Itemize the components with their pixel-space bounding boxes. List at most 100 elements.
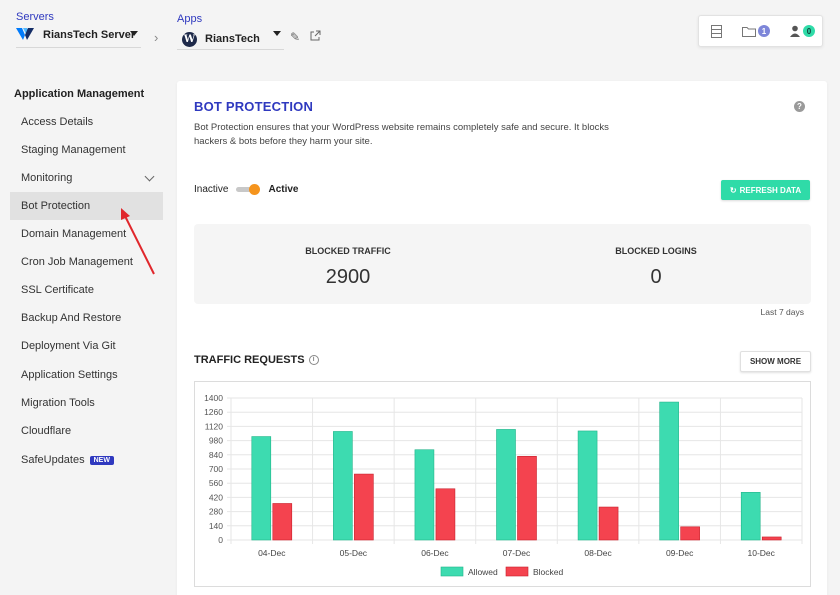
top-right-toolbar: 1 0 [698,15,823,47]
server-selector[interactable]: RiansTech Server [43,29,135,41]
y-tick-label: 1260 [204,407,223,417]
y-tick-label: 1120 [205,421,224,431]
y-tick-label: 0 [218,535,223,545]
edit-pencil-icon[interactable]: ✎ [290,30,300,44]
y-tick-label: 980 [209,436,223,446]
toggle-inactive-label: Inactive [194,184,229,195]
sidebar-item-label: Staging Management [21,144,126,156]
help-icon[interactable]: ? [794,101,805,112]
external-link-icon[interactable] [310,30,321,41]
bar-blocked [517,456,537,541]
sidebar-item-backup-and-restore[interactable]: Backup And Restore [10,304,163,332]
protection-toggle-row: Inactive Active [194,183,299,195]
user-icon[interactable] [790,25,800,37]
top-bar: Servers RiansTech Server › Apps W RiansT… [0,0,840,58]
sidebar-item-deployment-via-git[interactable]: Deployment Via Git [10,332,163,360]
y-tick-label: 1400 [204,393,223,403]
legend-label-allowed: Allowed [468,567,498,577]
server-underline [16,47,141,48]
period-label: Last 7 days [760,307,804,317]
sidebar-heading: Application Management [14,88,145,100]
sidebar-item-ssl-certificate[interactable]: SSL Certificate [10,276,163,304]
sidebar-item-label: Application Settings [21,369,118,381]
sidebar-item-label: Cron Job Management [21,256,133,268]
sidebar-item-access-details[interactable]: Access Details [10,108,163,136]
vultr-logo-icon [16,28,34,40]
bar-blocked [435,488,456,541]
bar-blocked [761,536,782,541]
blocked-traffic-value: 2900 [325,266,371,288]
sidebar-item-label: Access Details [21,116,94,128]
sidebar-item-safeupdates[interactable]: SafeUpdates NEW [10,446,163,474]
wordpress-icon: W [182,32,197,47]
bar-allowed [251,436,272,541]
apps-label: Apps [177,13,203,25]
sidebar-item-label: SSL Certificate [21,284,94,296]
y-tick-label: 700 [209,464,223,474]
user-count-badge: 0 [803,25,815,37]
page-title: BOT PROTECTION [194,99,314,114]
sidebar-item-migration-tools[interactable]: Migration Tools [10,389,163,417]
protection-toggle[interactable] [236,183,261,195]
folder-icon[interactable] [742,26,756,37]
y-tick-label: 840 [209,450,223,460]
bar-blocked [272,503,293,541]
servers-label: Servers [16,11,54,23]
bar-blocked [354,473,374,541]
server-caret-icon[interactable] [130,31,138,36]
sidebar-item-label: Bot Protection [21,200,91,212]
blocked-logins-label: BLOCKED LOGINS [615,246,697,256]
y-tick-label: 420 [209,492,223,502]
show-more-button[interactable]: SHOW MORE [740,351,811,372]
traffic-requests-title: TRAFFIC REQUESTS [194,354,305,366]
info-icon[interactable]: i [308,355,319,365]
blocked-traffic-label: BLOCKED TRAFFIC [305,246,391,256]
bot-protection-card: BOT PROTECTION ? Bot Protection ensures … [177,81,827,595]
toggle-active-label: Active [268,184,299,195]
y-tick-label: 280 [209,507,223,517]
chevron-down-icon[interactable] [144,171,155,182]
sidebar-item-staging-management[interactable]: Staging Management [10,136,163,164]
sidebar-item-label: Domain Management [21,228,127,240]
x-tick-label: 06-Dec [421,548,449,558]
refresh-icon: ↻ [729,185,737,195]
page-description: Bot Protection ensures that your WordPre… [194,122,609,147]
y-tick-label: 140 [209,521,223,531]
x-tick-label: 09-Dec [666,548,694,558]
sidebar-item-label: Cloudflare [21,425,72,437]
refresh-data-button[interactable]: ↻ REFRESH DATA [721,180,810,200]
bar-allowed [496,429,516,541]
sidebar-item-label: Migration Tools [21,397,95,409]
legend-swatch-allowed [440,566,464,577]
app-caret-icon[interactable] [273,31,281,36]
bar-blocked [598,506,619,541]
x-tick-label: 04-Dec [258,548,286,558]
toggle-knob[interactable] [249,183,261,195]
sidebar-item-application-settings[interactable]: Application Settings [10,361,163,389]
x-tick-label: 10-Dec [748,548,776,558]
traffic-requests-heading: TRAFFIC REQUESTS i [194,354,319,366]
x-tick-label: 07-Dec [503,548,531,558]
legend-label-blocked: Blocked [533,567,564,577]
breadcrumb-chevron-icon: › [154,30,159,45]
sidebar-item-monitoring[interactable]: Monitoring [10,164,163,192]
bar-allowed [414,449,435,541]
x-tick-label: 08-Dec [584,548,612,558]
refresh-label: REFRESH DATA [739,185,802,195]
sidebar-item-label: SafeUpdates [21,454,85,466]
app-selector[interactable]: RiansTech [205,33,260,45]
bar-allowed [577,430,598,541]
bar-blocked [680,526,700,541]
sidebar-item-label: Monitoring [21,172,73,184]
sidebar-item-cloudflare[interactable]: Cloudflare [10,417,163,445]
traffic-chart: 0 140 280 420 560 700 840 980 1120 1260 1400 04-Dec… [194,381,811,587]
bar-allowed [740,492,761,541]
folder-count-badge: 1 [758,25,770,37]
server-list-icon[interactable] [711,25,722,38]
bar-allowed [659,401,679,541]
bar-allowed [333,431,353,541]
app-underline [177,49,284,50]
stats-panel: BLOCKED TRAFFIC 2900 BLOCKED LOGINS 0 [194,224,811,304]
traffic-chart-svg: 0 140 280 420 560 700 840 980 1120 1260 1400 04-Dec… [204,393,803,577]
new-badge: NEW [89,455,114,465]
